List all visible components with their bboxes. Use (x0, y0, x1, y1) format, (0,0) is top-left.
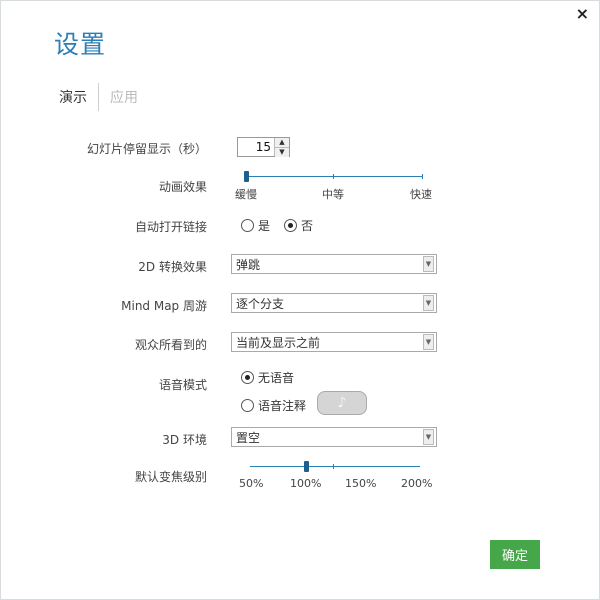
env-3d-select[interactable]: 置空 ▼ (231, 427, 437, 447)
close-icon[interactable]: × (576, 4, 589, 23)
radio-voice-note-label: 语音注释 (258, 399, 307, 413)
zoom-tick-50: 50% (239, 477, 264, 490)
default-zoom-label: 默认变焦级别 (134, 470, 207, 484)
transition-2d-label: 2D 转换效果 (138, 260, 207, 274)
chevron-down-icon[interactable]: ▼ (423, 295, 434, 311)
mind-map-tour-value: 逐个分支 (236, 296, 285, 311)
voice-note-button[interactable]: ♪ (317, 391, 367, 415)
stepper-up-icon[interactable]: ▲ (275, 138, 289, 147)
audience-sees-value: 当前及显示之前 (236, 335, 321, 350)
radio-links-no-label: 否 (301, 219, 314, 233)
slide-duration-value[interactable]: 15 (238, 138, 274, 156)
radio-links-no[interactable]: 否 (284, 217, 313, 234)
audience-sees-select[interactable]: 当前及显示之前 ▼ (231, 332, 437, 352)
transition-2d-value: 弹跳 (236, 257, 261, 272)
chevron-down-icon[interactable]: ▼ (423, 334, 434, 350)
slide-duration-label: 幻灯片停留显示（秒） (86, 142, 207, 156)
chevron-down-icon[interactable]: ▼ (423, 429, 434, 445)
radio-circle-selected[interactable] (241, 371, 254, 384)
slide-duration-stepper[interactable]: 15 ▲ ▼ (237, 137, 290, 157)
tab-presentation[interactable]: 演示 (59, 87, 98, 107)
env-3d-label: 3D 环境 (162, 433, 207, 447)
tab-application[interactable]: 应用 (99, 87, 149, 107)
zoom-slider-tick (333, 464, 334, 469)
radio-circle[interactable] (241, 219, 254, 232)
radio-circle[interactable] (241, 399, 254, 412)
animation-option-slow: 缓慢 (235, 188, 257, 201)
zoom-tick-100: 100% (290, 477, 322, 490)
stepper-buttons: ▲ ▼ (274, 138, 289, 157)
radio-links-yes-label: 是 (258, 219, 271, 233)
zoom-slider-thumb[interactable] (304, 461, 309, 472)
env-3d-value: 置空 (236, 430, 261, 445)
stepper-down-icon[interactable]: ▼ (275, 147, 289, 157)
auto-open-links-label: 自动打开链接 (134, 220, 207, 234)
tab-bar: 演示 应用 (59, 83, 149, 111)
radio-voice-note[interactable]: 语音注释 (241, 397, 306, 414)
mind-map-tour-label: Mind Map 周游 (121, 299, 207, 313)
animation-option-medium: 中等 (322, 188, 344, 201)
animation-slider-track[interactable] (245, 176, 423, 177)
zoom-slider-track[interactable] (250, 466, 420, 467)
radio-circle-selected[interactable] (284, 219, 297, 232)
radio-no-voice-label: 无语音 (258, 371, 295, 385)
chevron-down-icon[interactable]: ▼ (423, 256, 434, 272)
animation-slider-tick (422, 174, 423, 179)
transition-2d-select[interactable]: 弹跳 ▼ (231, 254, 437, 274)
animation-slider-thumb[interactable] (244, 171, 249, 182)
radio-no-voice[interactable]: 无语音 (241, 369, 294, 386)
animation-slider-tick (333, 174, 334, 179)
music-note-icon: ♪ (337, 395, 347, 411)
mind-map-tour-select[interactable]: 逐个分支 ▼ (231, 293, 437, 313)
settings-dialog: × 设置 演示 应用 幻灯片停留显示（秒） 15 ▲ ▼ 动画效果 缓慢 中等 … (0, 0, 600, 600)
audience-sees-label: 观众所看到的 (134, 338, 207, 352)
animation-option-fast: 快速 (410, 188, 432, 201)
radio-links-yes[interactable]: 是 (241, 217, 270, 234)
animation-label: 动画效果 (158, 180, 207, 194)
zoom-tick-150: 150% (345, 477, 377, 490)
dialog-title: 设置 (54, 30, 107, 59)
zoom-tick-200: 200% (401, 477, 433, 490)
ok-button[interactable]: 确定 (490, 540, 540, 569)
voice-mode-label: 语音模式 (158, 378, 207, 392)
